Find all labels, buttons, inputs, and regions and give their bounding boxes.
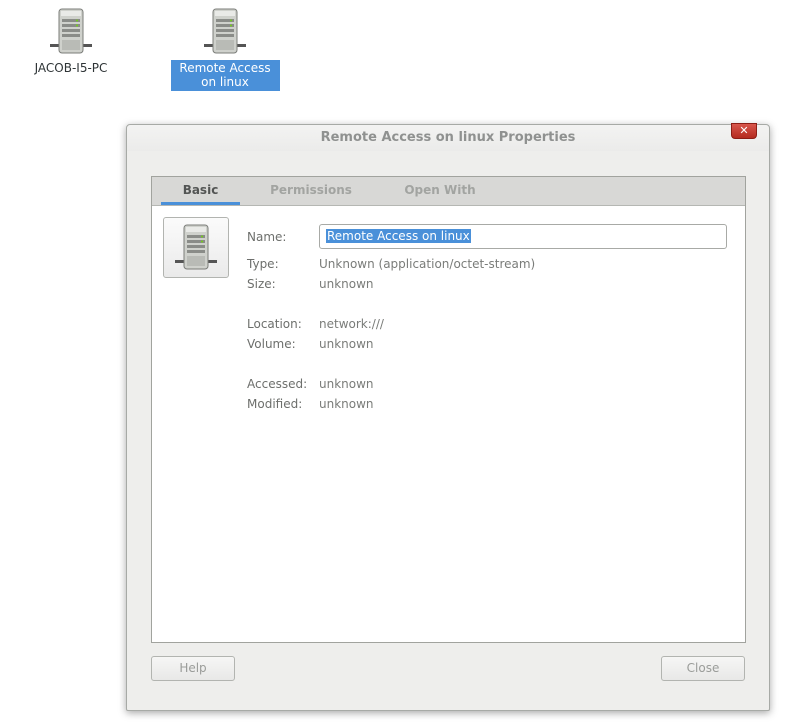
accessed-value: unknown [319, 377, 374, 391]
type-label: Type: [247, 257, 279, 271]
volume-label: Volume: [247, 337, 296, 351]
help-button[interactable]: Help [151, 656, 235, 681]
dialog-title: Remote Access on linux Properties [320, 130, 576, 145]
close-icon[interactable]: ✕ [731, 123, 757, 139]
tab-open-with[interactable]: Open With [392, 177, 488, 205]
dialog-titlebar[interactable]: Remote Access on linux Properties ✕ [127, 123, 769, 151]
name-field-value: Remote Access on linux [326, 229, 471, 243]
location-value: network:/// [319, 317, 384, 331]
close-button[interactable]: Close [661, 656, 745, 681]
network-server-icon [204, 8, 246, 54]
name-label: Name: [247, 230, 287, 244]
network-server-icon [50, 8, 92, 54]
properties-notebook: Basic Permissions Open With Name: Remote… [151, 176, 746, 643]
desktop-icon-remote-access[interactable]: Remote Access on linux [166, 8, 284, 91]
size-value: unknown [319, 277, 374, 291]
change-icon-button[interactable] [163, 217, 229, 278]
properties-dialog: Remote Access on linux Properties ✕ Basi… [126, 123, 770, 711]
modified-label: Modified: [247, 397, 303, 411]
desktop-icon-label: Remote Access on linux [170, 60, 280, 91]
tab-bar: Basic Permissions Open With [152, 177, 745, 206]
location-label: Location: [247, 317, 302, 331]
accessed-label: Accessed: [247, 377, 308, 391]
volume-value: unknown [319, 337, 374, 351]
tab-basic[interactable]: Basic [161, 177, 240, 205]
desktop-icon-jacob-i5-pc[interactable]: JACOB-I5-PC [12, 8, 130, 77]
basic-page: Name: Remote Access on linux Type: Unkno… [152, 206, 745, 642]
size-label: Size: [247, 277, 276, 291]
name-field[interactable]: Remote Access on linux [319, 224, 727, 249]
tab-permissions[interactable]: Permissions [260, 177, 362, 205]
network-server-icon [175, 224, 217, 269]
modified-value: unknown [319, 397, 374, 411]
type-value: Unknown (application/octet-stream) [319, 257, 536, 271]
desktop: JACOB-I5-PC Remote Access on linux Remot… [0, 0, 811, 723]
desktop-icon-label: JACOB-I5-PC [34, 61, 108, 75]
